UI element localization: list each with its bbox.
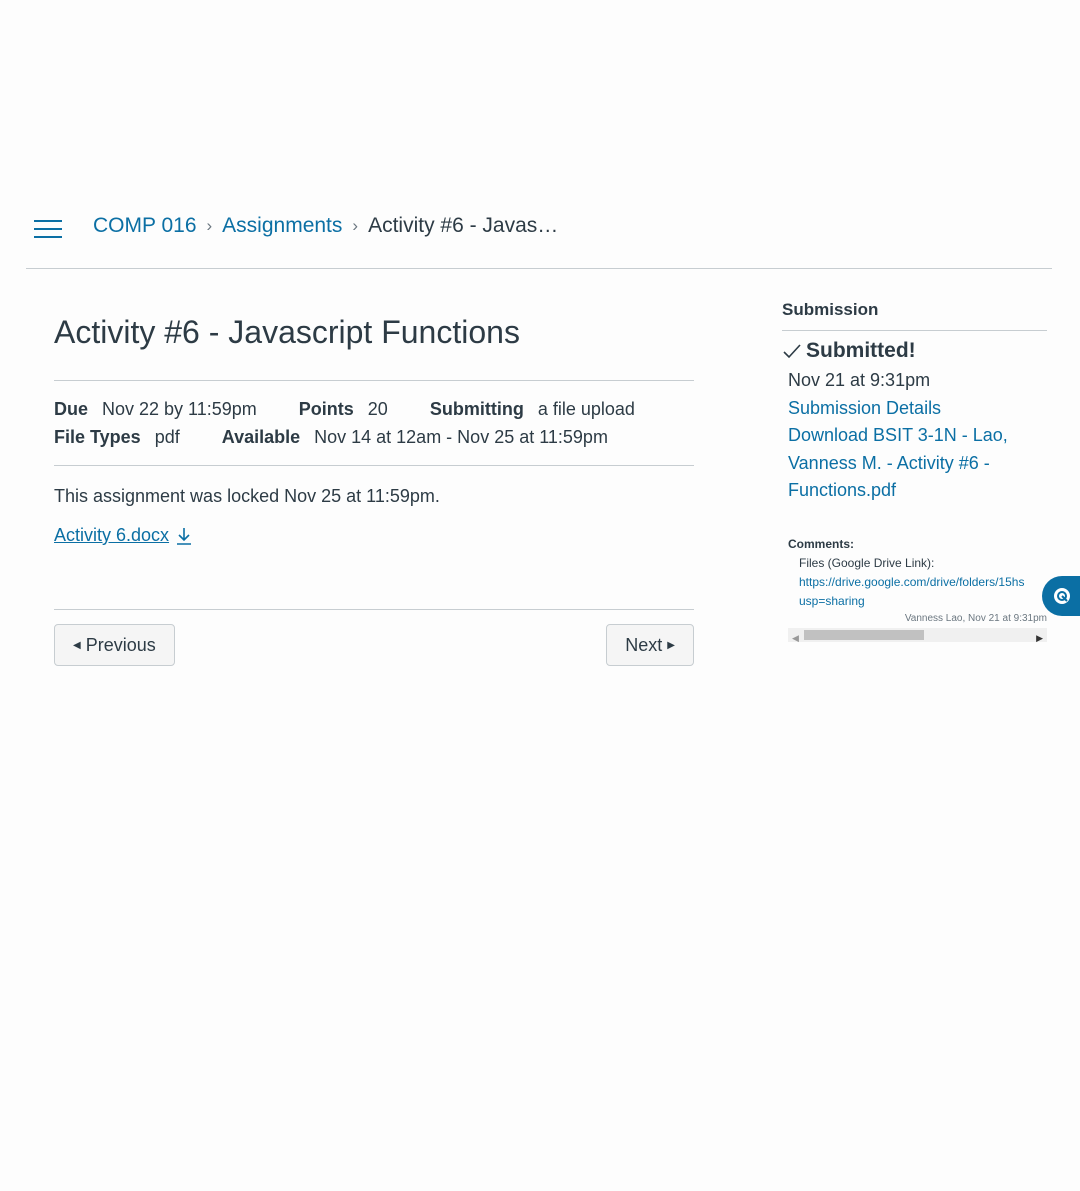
- previous-label: Previous: [85, 634, 156, 655]
- attachment: Activity 6.docx: [54, 525, 694, 546]
- download-submission-link[interactable]: Download BSIT 3-1N - Lao, Vanness M. - A…: [788, 422, 1047, 505]
- download-icon[interactable]: [175, 526, 193, 546]
- caret-right-icon: ▶: [667, 639, 675, 651]
- comment-link[interactable]: https://drive.google.com/drive/folders/1…: [799, 573, 1047, 592]
- assignment-content: Activity #6 - Javascript Functions Due N…: [54, 300, 694, 666]
- comments-label: Comments:: [788, 536, 855, 551]
- breadcrumb-course-link[interactable]: COMP 016: [93, 212, 197, 240]
- submitting-value: a file upload: [537, 399, 635, 419]
- submission-details-link[interactable]: Submission Details: [788, 395, 1047, 423]
- submitting-label: Submitting: [429, 399, 524, 419]
- details-row-1: Due Nov 22 by 11:59pm Points 20 Submitti…: [54, 395, 694, 423]
- floating-chat-button[interactable]: [1042, 576, 1080, 616]
- chevron-right-icon: ›: [206, 216, 213, 235]
- comment: Files (Google Drive Link): https://drive…: [788, 554, 1047, 611]
- previous-button[interactable]: ◀ Previous: [54, 624, 175, 666]
- breadcrumb-assignments-link[interactable]: Assignments: [222, 212, 342, 240]
- hamburger-menu-icon[interactable]: [34, 220, 62, 240]
- points-label: Points: [298, 399, 354, 419]
- chevron-right-icon: ›: [352, 216, 359, 235]
- comment-author: Vanness Lao, Nov 21 at 9:31pm: [904, 612, 1047, 624]
- due-label: Due: [54, 399, 89, 419]
- available-value: Nov 14 at 12am - Nov 25 at 11:59pm: [314, 427, 608, 447]
- breadcrumb-current: Activity #6 - Javas…: [368, 214, 559, 237]
- submitted-at: Nov 21 at 9:31pm: [788, 370, 931, 390]
- file-types-value: pdf: [154, 427, 180, 447]
- submission-sidebar: Submission Submitted! Nov 21 at 9:31pm S…: [782, 300, 1047, 643]
- horizontal-scrollbar[interactable]: ◀ ▶: [788, 627, 1047, 643]
- due-value: Nov 22 by 11:59pm: [102, 399, 257, 419]
- scroll-right-icon[interactable]: ▶: [1036, 629, 1043, 648]
- attachment-link[interactable]: Activity 6.docx: [54, 525, 169, 546]
- comment-text: Files (Google Drive Link):: [799, 555, 935, 570]
- points-value: 20: [367, 399, 388, 419]
- top-navigation-bar: COMP 016 › Assignments › Activity #6 - J…: [26, 196, 1052, 269]
- comments-section: Comments: Files (Google Drive Link): htt…: [782, 535, 1047, 643]
- available-label: Available: [221, 427, 301, 447]
- details-row-2: File Types pdf Available Nov 14 at 12am …: [54, 423, 694, 451]
- next-button[interactable]: Next ▶: [606, 624, 694, 666]
- assignment-details: Due Nov 22 by 11:59pm Points 20 Submitti…: [54, 380, 694, 466]
- submission-info: Nov 21 at 9:31pm Submission Details Down…: [782, 367, 1047, 505]
- page-title: Activity #6 - Javascript Functions: [54, 314, 520, 350]
- comment-link-cont[interactable]: usp=sharing: [799, 592, 1047, 611]
- file-types-label: File Types: [54, 427, 141, 447]
- chat-icon: [1054, 588, 1070, 604]
- next-label: Next: [625, 634, 663, 655]
- scrollbar-thumb[interactable]: [804, 629, 924, 640]
- submission-status: Submitted!: [782, 339, 1047, 363]
- submission-heading: Submission: [782, 300, 1047, 331]
- scroll-left-icon[interactable]: ◀: [792, 629, 799, 648]
- pagination: ◀ Previous Next ▶: [54, 609, 694, 668]
- status-text: Submitted!: [806, 339, 916, 362]
- check-icon: [783, 344, 801, 359]
- caret-left-icon: ◀: [73, 639, 81, 651]
- locked-notice: This assignment was locked Nov 25 at 11:…: [54, 486, 440, 506]
- breadcrumb: COMP 016 › Assignments › Activity #6 - J…: [93, 212, 558, 240]
